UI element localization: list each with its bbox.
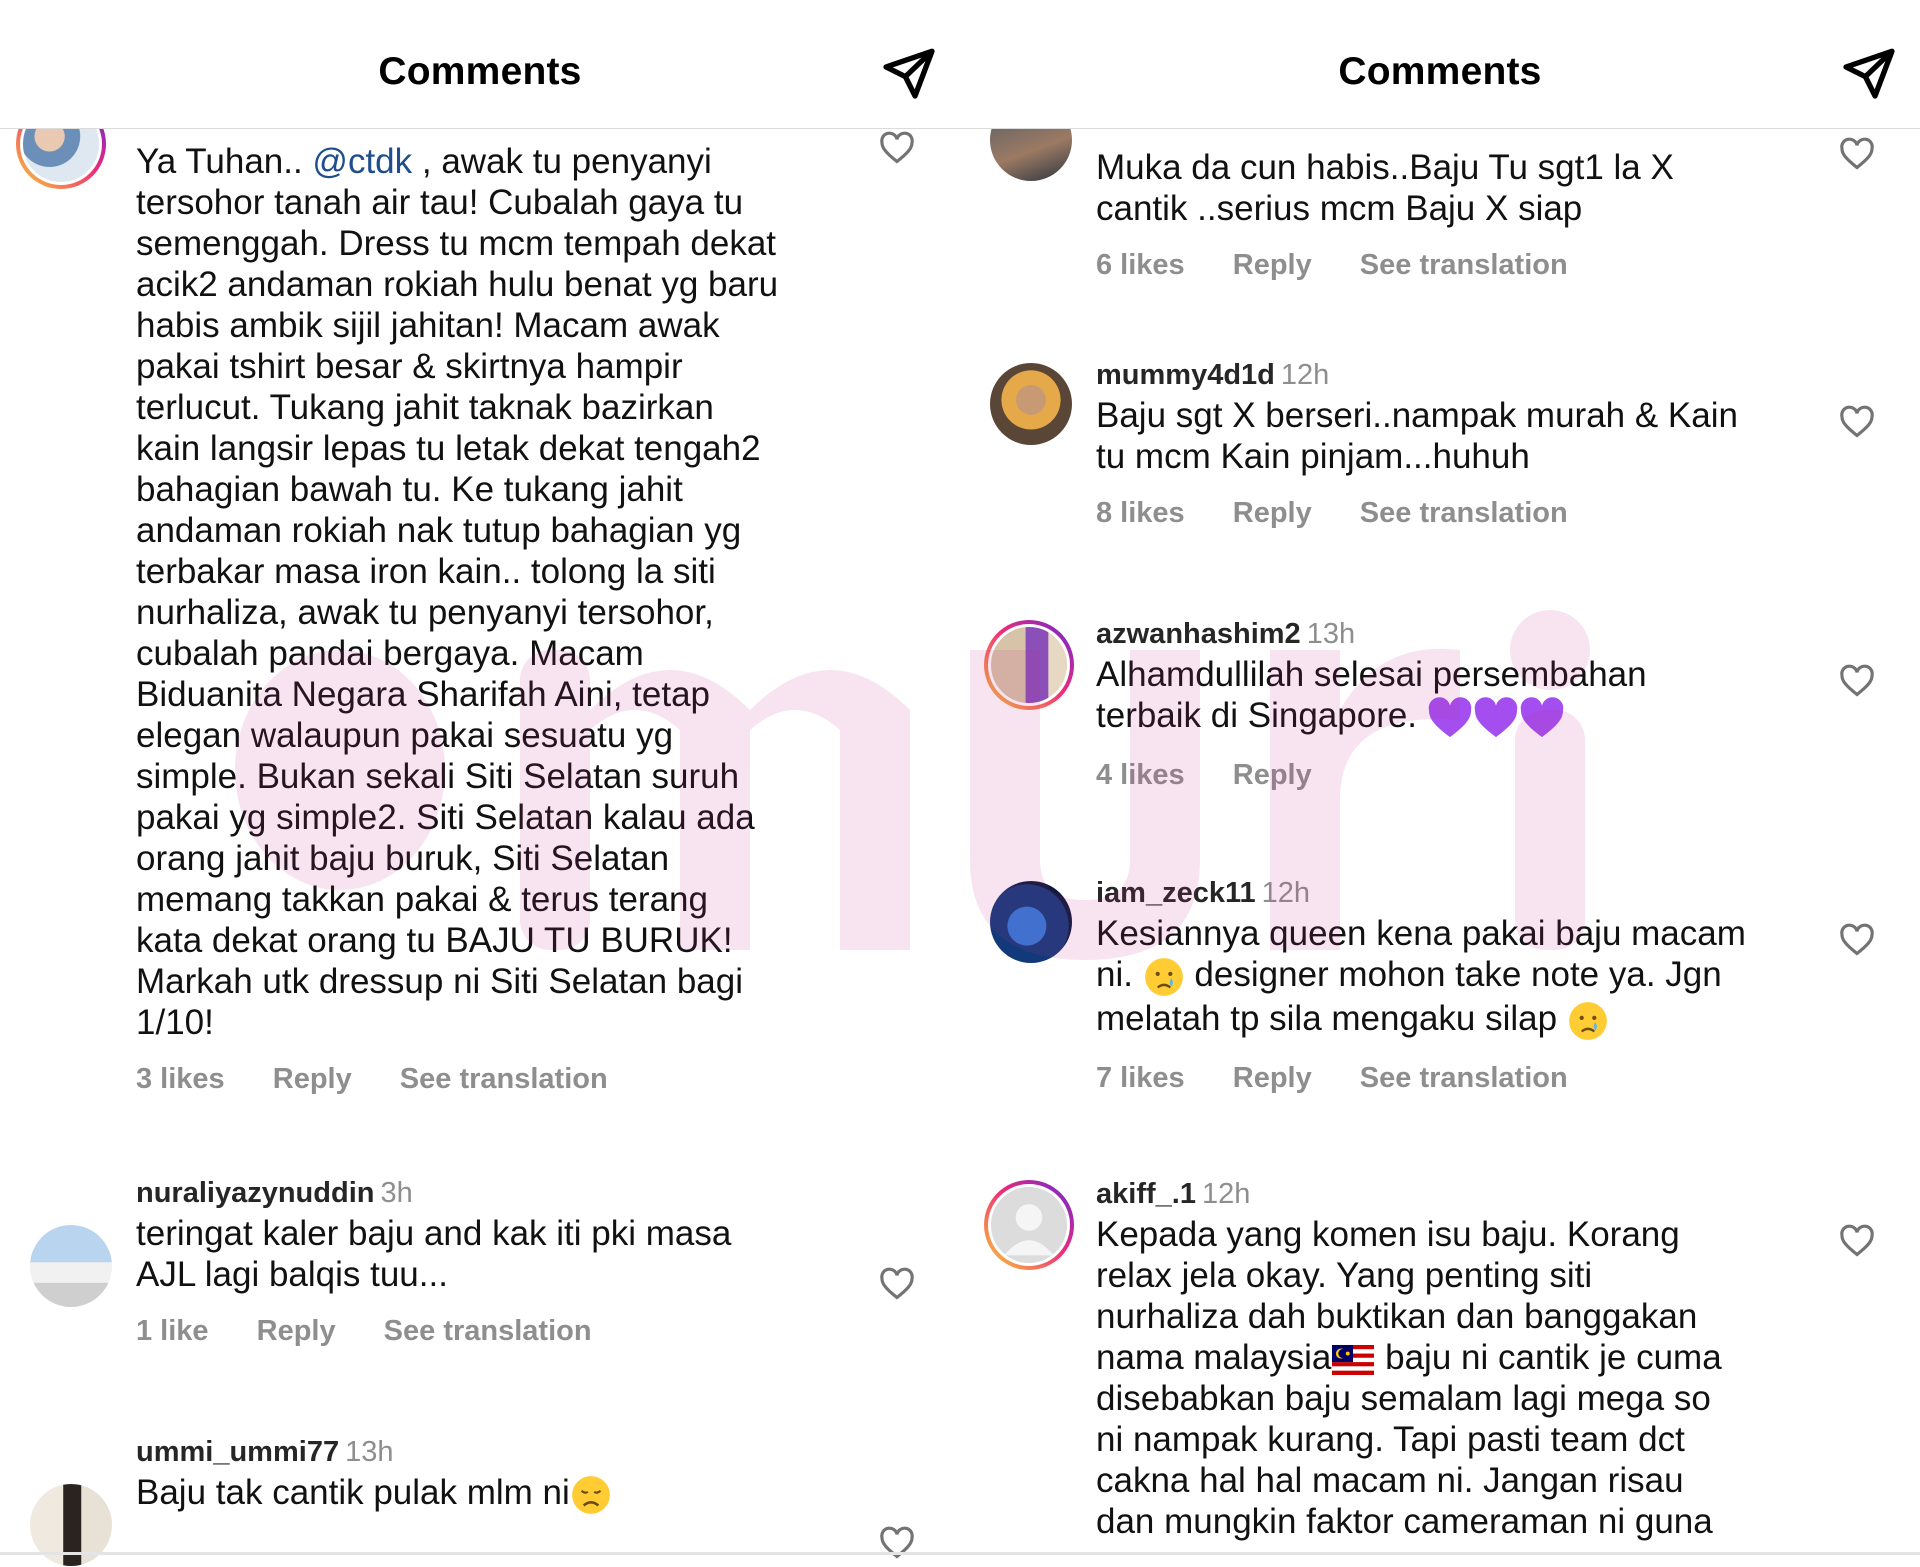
reply-button[interactable]: Reply <box>1233 759 1312 791</box>
username[interactable]: iam_zeck11 <box>1096 877 1256 909</box>
likes-count[interactable]: 7 likes <box>1096 1062 1185 1094</box>
comments-header: Comments <box>0 0 960 129</box>
avatar[interactable] <box>984 620 1074 710</box>
crying-face-emoji <box>1568 1001 1607 1040</box>
comment-actions: 4 likes Reply <box>1096 759 1800 792</box>
see-translation-button[interactable]: See translation <box>1360 497 1568 529</box>
see-translation-button[interactable]: See translation <box>384 1315 592 1347</box>
comment-text: Kesiannya queen kena pakai baju macam ni… <box>1096 913 1800 1042</box>
username[interactable]: mummy4d1d <box>1096 359 1275 391</box>
reply-button[interactable]: Reply <box>1233 1062 1312 1094</box>
reply-button[interactable]: Reply <box>273 1063 352 1095</box>
comment-text: Kepada yang komen isu baju. Korang relax… <box>1096 1215 1722 1541</box>
disappointed-face-emoji <box>571 1475 610 1514</box>
avatar[interactable] <box>30 1225 112 1307</box>
comments-panel-left: Comments Ya Tuhan.. @ctdk , awak tu peny… <box>0 0 960 1567</box>
malaysia-flag-icon <box>1332 1344 1375 1375</box>
avatar[interactable] <box>16 129 106 189</box>
send-icon[interactable] <box>880 44 938 102</box>
like-heart-icon[interactable] <box>1838 1222 1876 1260</box>
see-translation-button[interactable]: See translation <box>1360 249 1568 281</box>
username[interactable]: nuraliyazynuddin <box>136 1177 374 1209</box>
comment-item: azwanhashim2 13h Alhamdullilah selesai pe… <box>960 616 1920 836</box>
crying-face-emoji <box>1144 957 1183 996</box>
username[interactable]: akiff_.1 <box>1096 1178 1196 1210</box>
see-translation-button[interactable]: See translation <box>400 1063 608 1095</box>
comment-actions: 1 like Reply See translation <box>136 1315 840 1348</box>
like-heart-icon[interactable] <box>1838 662 1876 700</box>
comment-item: Muka da cun habis..Baju Tu sgt1 la X can… <box>960 129 1920 329</box>
avatar[interactable] <box>990 363 1072 445</box>
username[interactable]: azwanhashim2 <box>1096 618 1301 650</box>
mention-link[interactable]: @ctdk <box>312 142 412 181</box>
reply-button[interactable]: Reply <box>257 1315 336 1347</box>
comment-item: Ya Tuhan.. @ctdk , awak tu penyanyi ters… <box>0 129 960 1095</box>
username[interactable]: ummi_ummi77 <box>136 1436 339 1468</box>
comment-actions: 3 likes Reply See translation <box>136 1063 840 1096</box>
comment-item: akiff_.1 12h Kepada yang komen isu baju. … <box>960 1176 1920 1556</box>
comment-text: Baju tak cantik pulak mlm ni <box>136 1472 840 1516</box>
comments-header: Comments <box>960 0 1920 129</box>
like-heart-icon[interactable] <box>878 1524 916 1562</box>
default-profile-icon <box>1004 1204 1054 1256</box>
send-icon[interactable] <box>1840 44 1898 102</box>
avatar[interactable] <box>984 1180 1074 1270</box>
comment-time: 13h <box>1306 618 1356 650</box>
reply-button[interactable]: Reply <box>1233 249 1312 281</box>
comment-list[interactable]: Muka da cun habis..Baju Tu sgt1 la X can… <box>960 129 1920 1567</box>
like-heart-icon[interactable] <box>878 1265 916 1303</box>
header-title: Comments <box>378 50 582 93</box>
purple-heart-icon <box>1520 696 1564 737</box>
likes-count[interactable]: 8 likes <box>1096 497 1185 529</box>
comment-text: Ya Tuhan.. @ctdk , awak tu penyanyi ters… <box>136 142 779 1042</box>
comment-actions: 7 likes Reply See translation <box>1096 1062 1800 1095</box>
comments-panel-right: Comments Muka da cun habis..Baju Tu sgt1… <box>960 0 1920 1567</box>
comment-item: iam_zeck11 12h Kesiannya queen kena pakai… <box>960 875 1920 1135</box>
like-heart-icon[interactable] <box>1838 921 1876 959</box>
purple-heart-icon <box>1474 696 1518 737</box>
comment-time: 3h <box>380 1177 413 1209</box>
avatar[interactable] <box>990 881 1072 963</box>
header-title: Comments <box>1338 50 1542 93</box>
purple-heart-emojis <box>1427 696 1565 737</box>
comment-item: mummy4d1d 12h Baju sgt X berseri..nampak … <box>960 357 1920 577</box>
comment-actions: 6 likes Reply See translation <box>1096 249 1800 282</box>
comment-actions: 8 likes Reply See translation <box>1096 497 1800 530</box>
comment-text: teringat kaler baju and kak iti pki masa… <box>136 1214 732 1294</box>
comment-time: 12h <box>1280 359 1330 391</box>
like-heart-icon[interactable] <box>1838 135 1876 173</box>
like-heart-icon[interactable] <box>1838 403 1876 441</box>
comment-item: ummi_ummi77 13h Baju tak cantik pulak mlm… <box>0 1434 960 1567</box>
like-heart-icon[interactable] <box>878 129 916 167</box>
likes-count[interactable]: 6 likes <box>1096 249 1185 281</box>
comment-time: 12h <box>1201 1178 1251 1210</box>
bottom-divider <box>0 1552 1920 1555</box>
comment-time: 12h <box>1261 877 1311 909</box>
avatar[interactable] <box>990 129 1072 181</box>
see-translation-button[interactable]: See translation <box>1360 1062 1568 1094</box>
likes-count[interactable]: 4 likes <box>1096 759 1185 791</box>
comment-text: Baju sgt X berseri..nampak murah & Kain … <box>1096 396 1738 476</box>
comment-item: nuraliyazynuddin 3h teringat kaler baju a… <box>0 1175 960 1375</box>
comment-time: 13h <box>345 1436 394 1468</box>
reply-button[interactable]: Reply <box>1233 497 1312 529</box>
comment-text: Muka da cun habis..Baju Tu sgt1 la X can… <box>1096 148 1674 228</box>
likes-count[interactable]: 1 like <box>136 1315 209 1347</box>
comment-list[interactable]: Ya Tuhan.. @ctdk , awak tu penyanyi ters… <box>0 129 960 1567</box>
purple-heart-icon <box>1428 696 1472 737</box>
likes-count[interactable]: 3 likes <box>136 1063 225 1095</box>
comment-text: Alhamdullilah selesai persembahan terbai… <box>1096 654 1800 739</box>
